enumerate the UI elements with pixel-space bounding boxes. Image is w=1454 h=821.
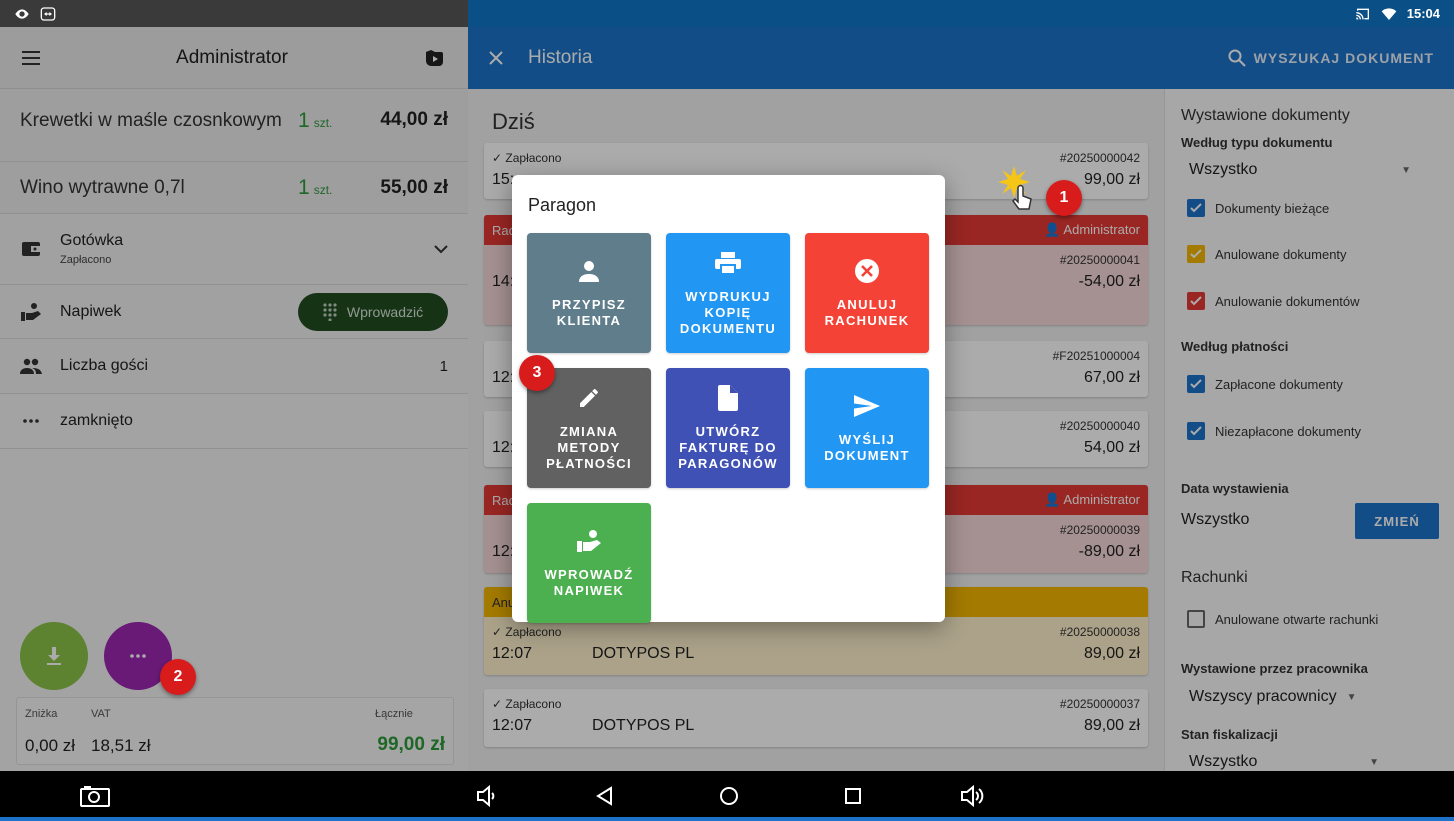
dialog-title: Paragon (528, 195, 597, 215)
cast-icon (1356, 8, 1369, 19)
screenshot-icon[interactable] (80, 783, 110, 809)
step-badge-2: 2 (160, 659, 196, 695)
step-badge-3: 3 (519, 355, 555, 391)
enter-tip-tile[interactable]: WPROWADŹ NAPIWEK (527, 503, 651, 623)
pencil-icon (575, 384, 603, 412)
person-icon (575, 257, 603, 285)
receipt-actions-dialog: Paragon PRZYPISZ KLIENTA WYDRUKUJ KOPIĘ … (512, 175, 945, 623)
tap-cursor-icon (998, 166, 1032, 210)
printer-icon (714, 249, 742, 277)
send-icon (853, 392, 881, 420)
home-icon[interactable] (716, 783, 742, 809)
wifi-icon (1381, 7, 1397, 20)
recents-icon[interactable] (840, 783, 866, 809)
create-invoice-button[interactable]: UTWÓRZ FAKTURĘ DO PARAGONÓW (666, 368, 790, 488)
assign-customer-button[interactable]: PRZYPISZ KLIENTA (527, 233, 651, 353)
tip-hand-icon (575, 527, 603, 555)
step-badge-1: 1 (1046, 180, 1082, 216)
cancel-icon (853, 257, 881, 285)
android-navigation-bar (0, 771, 1454, 821)
cancel-bill-button[interactable]: ANULUJ RACHUNEK (805, 233, 929, 353)
status-bar: 15:04 (0, 0, 1454, 27)
print-copy-button[interactable]: WYDRUKUJ KOPIĘ DOKUMENTU (666, 233, 790, 353)
eye-icon (15, 8, 29, 19)
volume-up-icon[interactable] (960, 783, 986, 809)
teamviewer-icon (40, 6, 56, 21)
back-icon[interactable] (592, 783, 618, 809)
send-document-button[interactable]: WYŚLIJ DOKUMENT (805, 368, 929, 488)
clock: 15:04 (1406, 6, 1440, 21)
document-icon (714, 384, 742, 412)
volume-down-icon[interactable] (474, 783, 500, 809)
